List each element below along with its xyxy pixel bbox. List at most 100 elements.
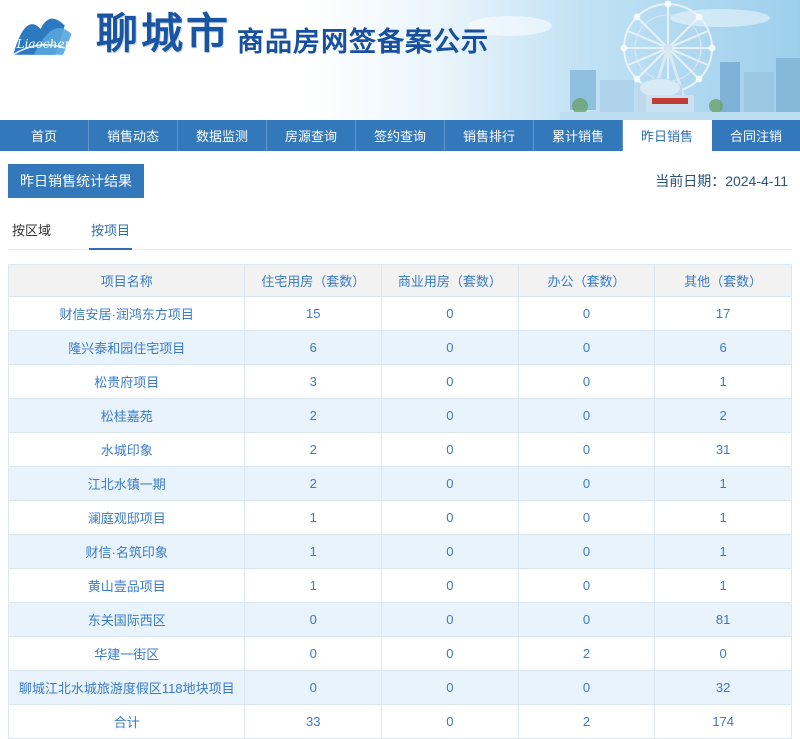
count-cell: 0 xyxy=(517,330,656,365)
column-header: 其他（套数） xyxy=(654,264,792,297)
column-header: 项目名称 xyxy=(7,264,246,297)
nav-item-label: 销售动态 xyxy=(106,129,159,144)
count-cell: 3 xyxy=(244,364,383,399)
count-cell: 2 xyxy=(517,704,656,739)
nav-item-7[interactable]: 累计销售 xyxy=(534,120,623,151)
project-name-cell: 聊城江北水城旅游度假区118地块项目 xyxy=(7,670,246,705)
view-tabs: 按区域 按项目 xyxy=(8,220,792,250)
site-banner: Liaocheng 聊城市 商品房网签备案公示 xyxy=(0,0,800,120)
nav-item-3[interactable]: 数据监测 xyxy=(178,120,267,151)
count-cell: 0 xyxy=(244,602,383,637)
project-name-cell: 隆兴泰和园住宅项目 xyxy=(7,330,246,365)
page-title: 昨日销售统计结果 xyxy=(8,164,144,198)
count-cell: 33 xyxy=(244,704,383,739)
column-header: 办公（套数） xyxy=(517,264,656,297)
count-cell: 0 xyxy=(381,704,519,739)
nav-item-label: 签约查询 xyxy=(373,129,426,144)
toolbar: 昨日销售统计结果 当前日期：2024-4-11 xyxy=(8,164,792,198)
project-name-cell: 黄山壹品项目 xyxy=(7,568,246,603)
content: 昨日销售统计结果 当前日期：2024-4-11 按区域 按项目 项目名称 住宅用房（… xyxy=(0,164,800,739)
count-cell: 1 xyxy=(654,534,792,569)
nav-item-label: 昨日销售 xyxy=(640,129,693,144)
count-cell: 1 xyxy=(654,466,792,501)
count-cell: 0 xyxy=(381,466,519,501)
count-cell: 0 xyxy=(517,398,656,433)
count-cell: 2 xyxy=(244,398,383,433)
count-cell: 0 xyxy=(654,636,792,671)
count-cell: 0 xyxy=(381,534,519,569)
logo-text: 聊城市 xyxy=(96,9,232,58)
current-date-label: 当前日期：2024-4-11 xyxy=(655,173,788,189)
column-header: 住宅用房（套数） xyxy=(244,264,383,297)
column-header: 商业用房（套数） xyxy=(381,264,519,297)
count-cell: 0 xyxy=(381,364,519,399)
table-row: 松贵府项目 3 0 0 1 xyxy=(7,364,792,399)
table-row: 合计 33 0 2 174 xyxy=(7,704,792,739)
count-cell: 1 xyxy=(244,534,383,569)
count-cell: 0 xyxy=(381,670,519,705)
table-row: 江北水镇一期 2 0 0 1 xyxy=(7,466,792,501)
nav-item-5[interactable]: 签约查询 xyxy=(356,120,445,151)
nav-item-label: 数据监测 xyxy=(195,129,248,144)
project-name-cell: 松贵府项目 xyxy=(7,364,246,399)
table-row: 澜庭观邸项目 1 0 0 1 xyxy=(7,500,792,535)
count-cell: 1 xyxy=(654,364,792,399)
svg-text:Liaocheng: Liaocheng xyxy=(16,37,81,51)
count-cell: 2 xyxy=(654,398,792,433)
table-row: 水城印象 2 0 0 31 xyxy=(7,432,792,467)
project-name-cell: 东关国际西区 xyxy=(7,602,246,637)
count-cell: 6 xyxy=(654,330,792,365)
sales-table-body: 财信安居·润鸿东方项目 15 0 0 17 隆兴泰和园住宅项目 6 0 0 6 松贵府项目 3 0 0 1 松… xyxy=(7,296,792,739)
count-cell: 32 xyxy=(654,670,792,705)
nav-item-label: 销售排行 xyxy=(462,129,515,144)
nav-item-8[interactable]: 昨日销售 xyxy=(623,120,712,151)
count-cell: 0 xyxy=(381,330,519,365)
nav-item-4[interactable]: 房源查询 xyxy=(267,120,356,151)
count-cell: 81 xyxy=(654,602,792,637)
nav-item-1[interactable]: 首页 xyxy=(0,120,89,151)
count-cell: 0 xyxy=(381,296,519,331)
count-cell: 0 xyxy=(381,602,519,637)
tab-label: 按区域 xyxy=(12,223,52,238)
liaocheng-logo-icon: Liaocheng xyxy=(12,18,81,56)
nav-item-label: 累计销售 xyxy=(551,129,604,144)
count-cell: 0 xyxy=(517,568,656,603)
count-cell: 0 xyxy=(517,534,656,569)
project-name-cell: 财信·名筑印象 xyxy=(7,534,246,569)
sales-table: 项目名称 住宅用房（套数） 商业用房（套数） 办公（套数） 其他（套数） 财信安居·润鸿… xyxy=(7,264,792,739)
count-cell: 2 xyxy=(244,466,383,501)
project-name-cell: 华建一街区 xyxy=(7,636,246,671)
table-row: 黄山壹品项目 1 0 0 1 xyxy=(7,568,792,603)
header-row: 项目名称 住宅用房（套数） 商业用房（套数） 办公（套数） 其他（套数） xyxy=(7,264,792,297)
nav-item-6[interactable]: 销售排行 xyxy=(445,120,534,151)
count-cell: 15 xyxy=(244,296,383,331)
brand: Liaocheng 聊城市 商品房网签备案公示 xyxy=(8,4,489,66)
table-row: 财信安居·润鸿东方项目 15 0 0 17 xyxy=(7,296,792,331)
count-cell: 0 xyxy=(517,602,656,637)
project-name-cell: 水城印象 xyxy=(7,432,246,467)
nav-item-9[interactable]: 合同注销 xyxy=(712,120,800,151)
nav-item-label: 合同注销 xyxy=(729,129,782,144)
project-name-cell: 松桂嘉苑 xyxy=(7,398,246,433)
count-cell: 0 xyxy=(244,636,383,671)
count-cell: 17 xyxy=(654,296,792,331)
tab-2[interactable]: 按项目 xyxy=(89,220,133,250)
count-cell: 0 xyxy=(517,432,656,467)
project-name-cell: 合计 xyxy=(7,704,246,739)
count-cell: 174 xyxy=(654,704,792,739)
nav-item-label: 房源查询 xyxy=(284,129,337,144)
nav-item-2[interactable]: 销售动态 xyxy=(89,120,178,151)
count-cell: 1 xyxy=(654,500,792,535)
site-title: 商品房网签备案公示 xyxy=(237,27,490,57)
tab-1[interactable]: 按区域 xyxy=(10,220,53,249)
table-row: 华建一街区 0 0 2 0 xyxy=(7,636,792,671)
table-row: 松桂嘉苑 2 0 0 2 xyxy=(7,398,792,433)
count-cell: 6 xyxy=(244,330,383,365)
count-cell: 2 xyxy=(244,432,383,467)
sales-table-head: 项目名称 住宅用房（套数） 商业用房（套数） 办公（套数） 其他（套数） xyxy=(7,264,792,297)
count-cell: 0 xyxy=(381,398,519,433)
count-cell: 0 xyxy=(381,568,519,603)
project-name-cell: 江北水镇一期 xyxy=(7,466,246,501)
main-nav: 首页 销售动态 数据监测 房源查询 签约查询 销售排行 累计销售 昨日销售 合同注销 xyxy=(0,120,800,151)
count-cell: 1 xyxy=(654,568,792,603)
